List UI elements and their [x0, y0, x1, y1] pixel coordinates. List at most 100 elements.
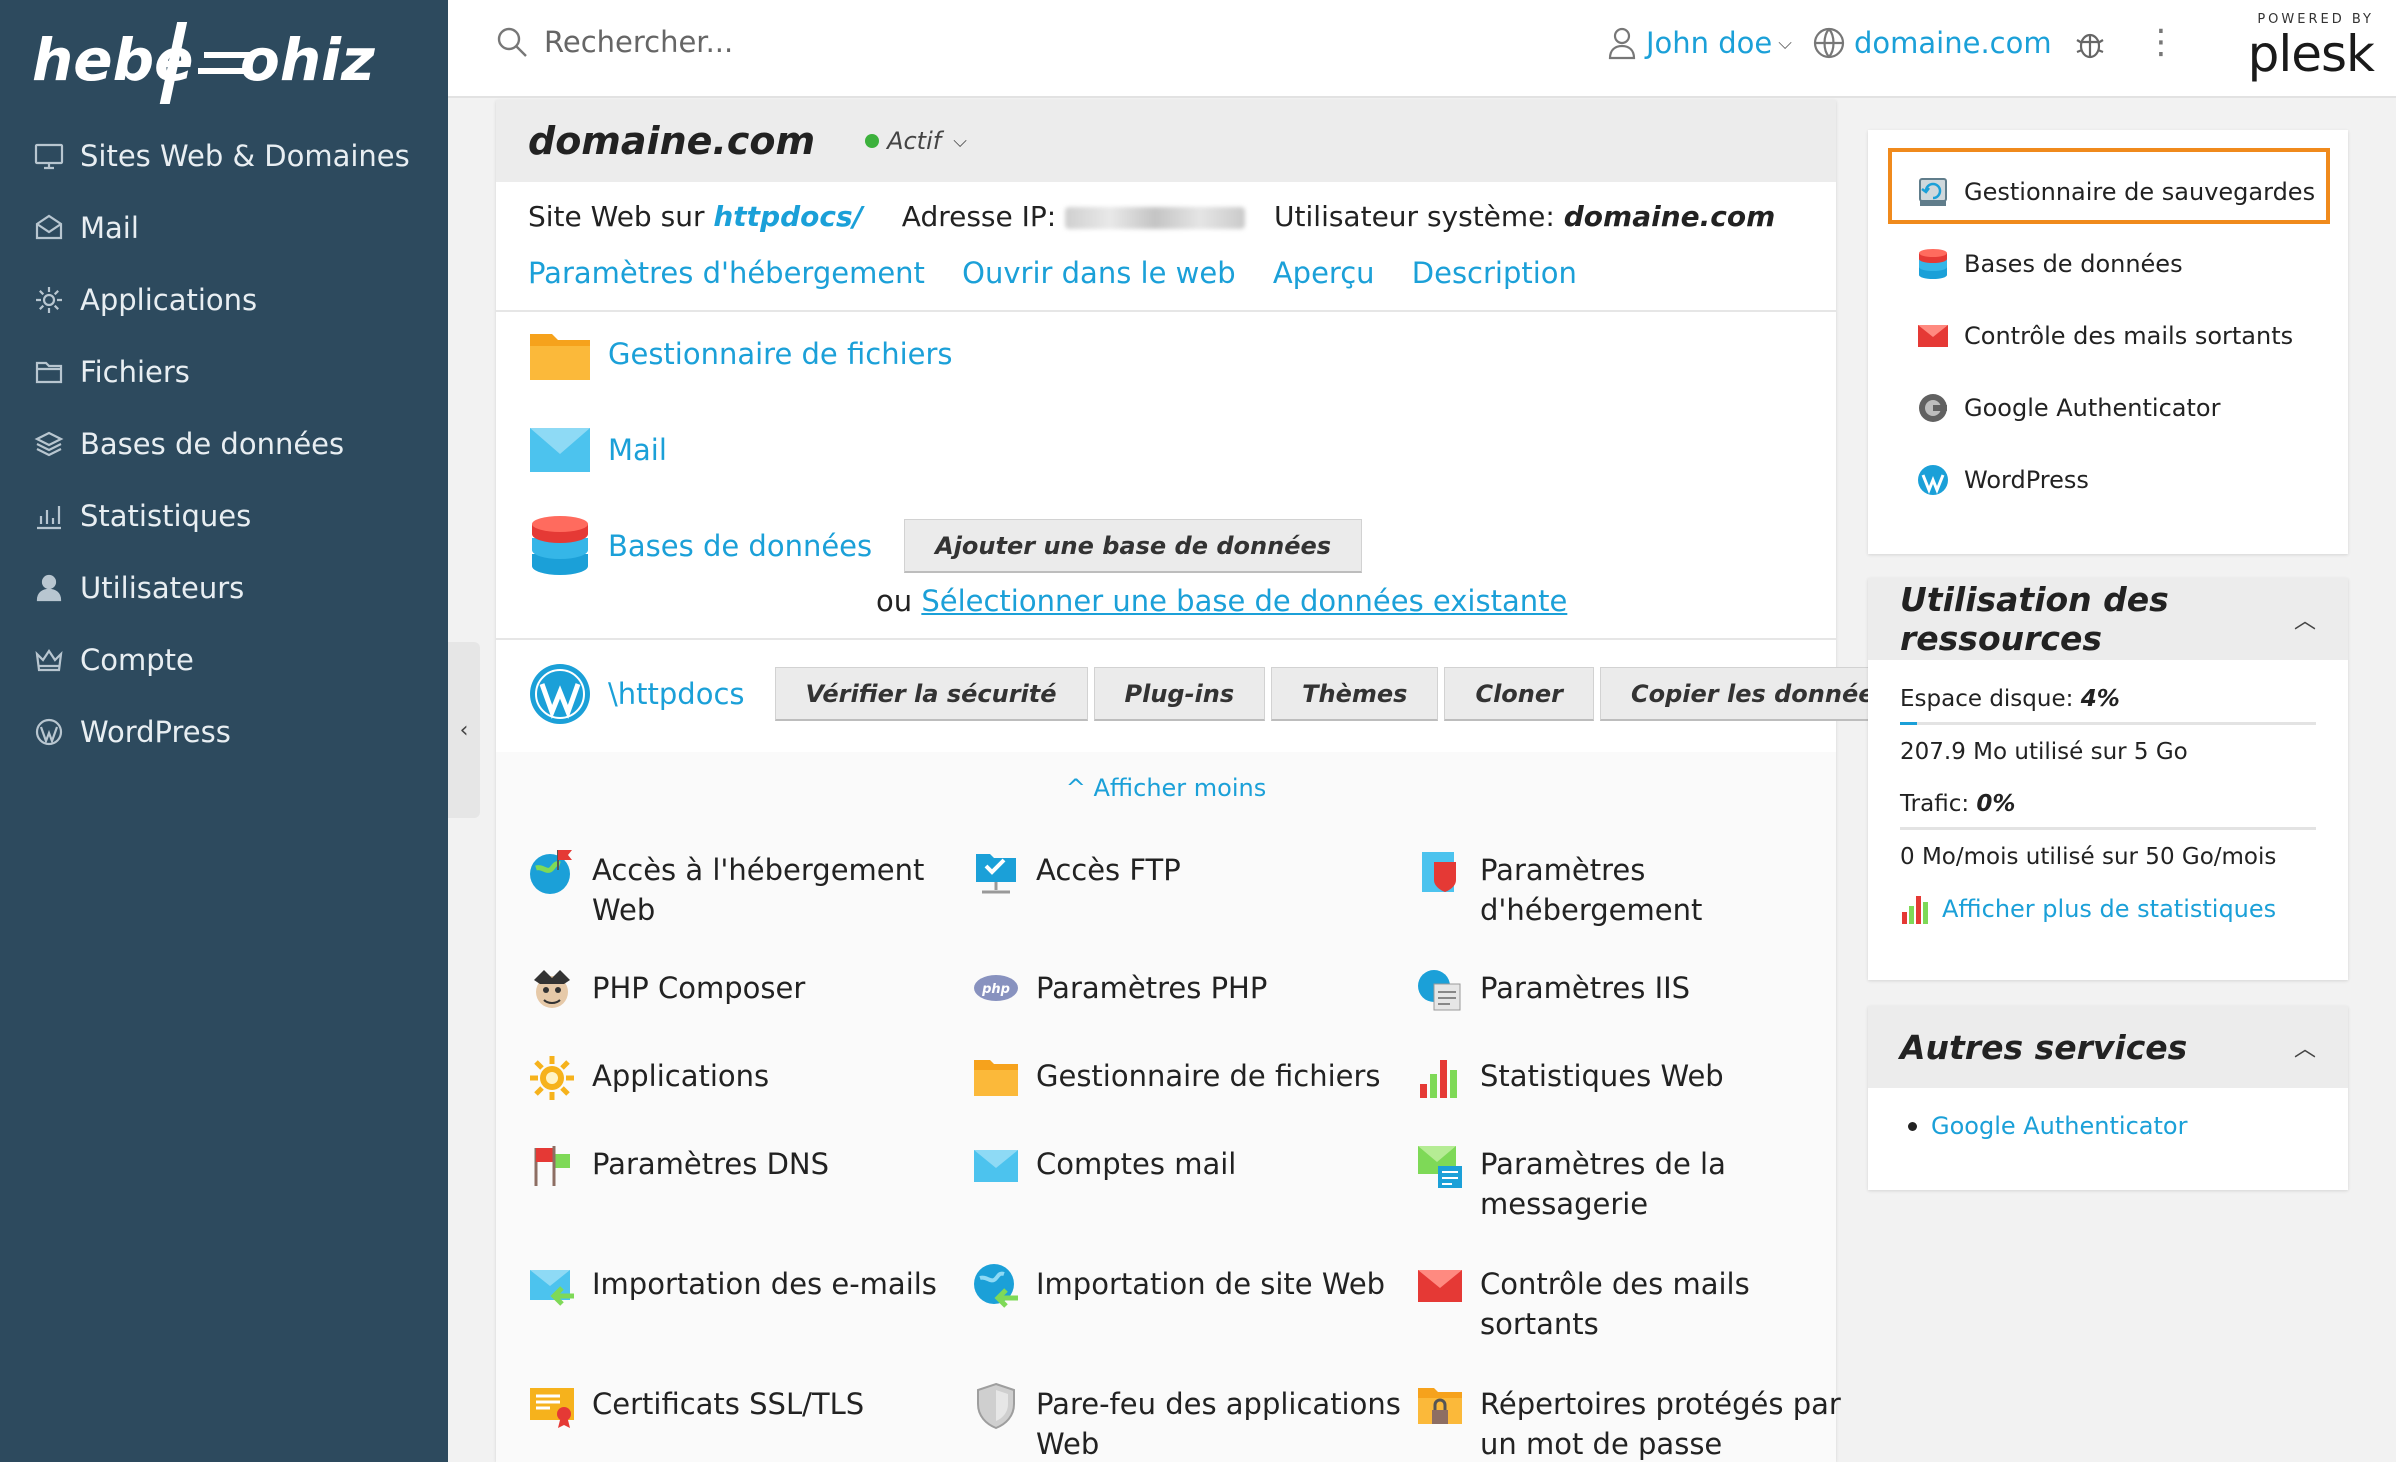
tool-password-protected-dirs[interactable]: Répertoires protégés par un mot de passe [1416, 1384, 1846, 1462]
other-services-header[interactable]: Autres services ︿ [1868, 1006, 2348, 1088]
plesk-logo: POWERED BY plesk [2234, 12, 2375, 81]
tool-applications[interactable]: Applications [528, 1056, 958, 1102]
certificate-icon [530, 1388, 574, 1428]
user-menu[interactable]: John doe ⌵ [1606, 26, 1792, 60]
tool-label: Paramètres d'hébergement [1480, 853, 1703, 927]
tool-outgoing-mail-control[interactable]: Contrôle des mails sortants [1416, 1264, 1846, 1344]
tool-label: Certificats SSL/TLS [592, 1387, 865, 1421]
tool-label: Contrôle des mails sortants [1480, 1267, 1750, 1341]
status-badge[interactable]: Actif ⌵ [865, 127, 967, 155]
sidebar-item-databases[interactable]: Bases de données [0, 408, 448, 480]
sidebar-collapse-toggle[interactable]: ‹ [448, 642, 480, 818]
traffic-label: Trafic: [1900, 791, 1977, 817]
plugins-button[interactable]: Plug-ins [1093, 667, 1266, 721]
more-statistics-link[interactable]: Afficher plus de statistiques [1900, 894, 2316, 924]
outgoing-mail-icon [1918, 325, 1948, 347]
resource-usage-body: Espace disque: 4% 207.9 Mo utilisé sur 5… [1868, 686, 2348, 924]
tool-ssl-certificates[interactable]: Certificats SSL/TLS [528, 1384, 958, 1430]
preview-link[interactable]: Aperçu [1273, 256, 1375, 290]
quick-link-databases[interactable]: Bases de données [1868, 228, 2348, 300]
resource-usage-header[interactable]: Utilisation des ressources ︿ [1868, 578, 2348, 660]
tool-dns-settings[interactable]: Paramètres DNS [528, 1144, 958, 1190]
chevron-up-icon: ︿ [2293, 1037, 2316, 1062]
file-manager-label: Gestionnaire de fichiers [608, 337, 953, 371]
chevron-up-icon: ^ [1065, 774, 1094, 802]
tool-site-import[interactable]: Importation de site Web [972, 1264, 1402, 1310]
sidebar-item-label: Utilisateurs [80, 571, 245, 605]
quick-link-outgoing-mail-control[interactable]: Contrôle des mails sortants [1868, 300, 2348, 372]
tool-label: Accès FTP [1036, 853, 1181, 887]
check-security-button[interactable]: Vérifier la sécurité [774, 667, 1088, 721]
stats-icon [1902, 896, 1928, 924]
iis-icon [1418, 970, 1461, 1011]
tool-php-composer[interactable]: PHP Composer [528, 968, 958, 1014]
site-label: Site Web sur [528, 200, 714, 233]
other-service-item[interactable]: Google Authenticator [1868, 1088, 2348, 1164]
brand-logo[interactable]: hebe ohiz [32, 18, 422, 108]
tool-php-settings[interactable]: php Paramètres PHP [972, 968, 1402, 1014]
mail-settings-icon [1418, 1146, 1462, 1188]
sidebar-item-statistics[interactable]: Statistiques [0, 480, 448, 552]
add-database-button[interactable]: Ajouter une base de données [904, 519, 1363, 573]
clone-button[interactable]: Cloner [1444, 667, 1594, 721]
tool-label: Paramètres PHP [1036, 971, 1268, 1005]
tool-mail-accounts[interactable]: Comptes mail [972, 1144, 1402, 1190]
domain-selector[interactable]: domaine.com [1812, 26, 2052, 60]
file-manager-feature[interactable]: Gestionnaire de fichiers [528, 326, 953, 382]
tool-iis-settings[interactable]: Paramètres IIS [1416, 968, 1846, 1014]
tool-ftp-access[interactable]: Accès FTP [972, 850, 1402, 896]
outgoing-mail-icon [1418, 1270, 1462, 1302]
sidebar-item-label: Mail [80, 211, 139, 245]
domain-info: Site Web sur httpdocs/ Adresse IP: Utili… [528, 200, 1775, 233]
ftp-folder-icon [976, 854, 1016, 894]
tool-web-app-firewall[interactable]: Pare-feu des applications Web [972, 1382, 1402, 1462]
wordpress-icon [530, 664, 590, 724]
tool-label: Statistiques Web [1480, 1059, 1724, 1093]
domain-name: domaine.com [1854, 26, 2052, 60]
sidebar-item-applications[interactable]: Applications [0, 264, 448, 336]
more-statistics-label: Afficher plus de statistiques [1942, 895, 2277, 923]
tool-file-manager[interactable]: Gestionnaire de fichiers [972, 1056, 1402, 1102]
sysuser-label: Utilisateur système: [1274, 200, 1564, 233]
quick-link-google-authenticator[interactable]: Google Authenticator [1868, 372, 2348, 444]
bug-report-icon[interactable] [2074, 28, 2106, 60]
disk-usage-bar [1900, 722, 2316, 725]
tool-label: Importation de site Web [1036, 1267, 1386, 1301]
bar-chart-icon [32, 499, 66, 533]
tool-hosting-settings[interactable]: Paramètres d'hébergement [1416, 850, 1846, 930]
sidebar-item-mail[interactable]: Mail [0, 192, 448, 264]
stats-icon [1420, 1060, 1457, 1098]
themes-button[interactable]: Thèmes [1271, 667, 1439, 721]
tool-label: Paramètres IIS [1480, 971, 1691, 1005]
select-existing-db-link[interactable]: Sélectionner une base de données existan… [921, 584, 1567, 618]
sidebar-item-wordpress[interactable]: WordPress [0, 696, 448, 768]
open-in-web-link[interactable]: Ouvrir dans le web [962, 256, 1235, 290]
svg-text:ohiz: ohiz [240, 26, 375, 94]
sidebar-item-account[interactable]: Compte [0, 624, 448, 696]
tool-web-statistics[interactable]: Statistiques Web [1416, 1056, 1846, 1102]
tool-label: Accès à l'hébergement Web [592, 853, 925, 927]
tool-web-hosting-access[interactable]: Accès à l'hébergement Web [528, 850, 958, 930]
chevron-down-icon: ⌵ [1778, 32, 1792, 54]
show-less-toggle[interactable]: ^ Afficher moins [496, 774, 1836, 802]
wordpress-path-link[interactable]: \httpdocs [608, 677, 745, 711]
databases-label[interactable]: Bases de données [608, 529, 872, 563]
user-name: John doe [1646, 26, 1773, 60]
tool-email-import[interactable]: Importation des e-mails [528, 1264, 958, 1310]
sidebar-item-files[interactable]: Fichiers [0, 336, 448, 408]
quick-link-wordpress[interactable]: WordPress [1868, 444, 2348, 516]
sidebar-item-users[interactable]: Utilisateurs [0, 552, 448, 624]
quick-link-label: Google Authenticator [1964, 394, 2221, 422]
hosting-settings-link[interactable]: Paramètres d'hébergement [528, 256, 925, 290]
mail-feature[interactable]: Mail [528, 422, 667, 478]
search-input[interactable] [544, 25, 964, 59]
sidebar-item-sites[interactable]: Sites Web & Domaines [0, 120, 448, 192]
site-path-link[interactable]: httpdocs/ [713, 200, 863, 233]
domain-panel: domaine.com Actif ⌵ Site Web sur httpdoc… [496, 100, 1920, 1462]
description-link[interactable]: Description [1412, 256, 1577, 290]
more-options-icon[interactable]: ⋮ [2144, 22, 2178, 62]
tool-mail-settings[interactable]: Paramètres de la messagerie [1416, 1144, 1846, 1224]
tools-section: ^ Afficher moins Accès à l'hébergement W… [496, 752, 1841, 1462]
folder-icon [974, 1060, 1018, 1096]
globe-flag-icon [530, 850, 572, 894]
